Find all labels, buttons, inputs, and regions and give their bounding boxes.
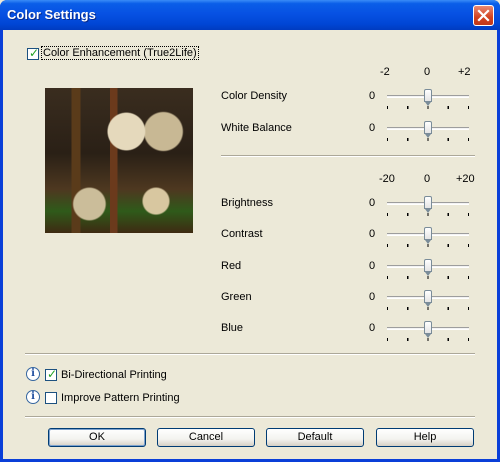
slider-separator bbox=[221, 155, 475, 157]
color-density-value: 0 bbox=[369, 90, 376, 102]
slider-thumb[interactable] bbox=[424, 196, 432, 213]
slider-thumb[interactable] bbox=[424, 121, 432, 138]
buttons-separator bbox=[25, 416, 475, 418]
window-title: Color Settings bbox=[7, 7, 96, 22]
slider-thumb[interactable] bbox=[424, 227, 432, 244]
slider-thumb[interactable] bbox=[424, 290, 432, 307]
brightness-label: Brightness bbox=[221, 197, 273, 209]
info-icon[interactable]: i bbox=[26, 367, 40, 381]
scale-bottom-mid: 0 bbox=[424, 173, 431, 185]
green-slider[interactable] bbox=[387, 289, 469, 310]
improve-pattern-checkbox[interactable] bbox=[45, 392, 57, 404]
red-slider[interactable] bbox=[387, 258, 469, 279]
slider-thumb[interactable] bbox=[424, 321, 432, 338]
slider-thumb[interactable] bbox=[424, 259, 432, 276]
brightness-slider[interactable] bbox=[387, 195, 469, 216]
color-enhancement-label[interactable]: Color Enhancement (True2Life) bbox=[41, 46, 199, 60]
color-settings-window: Color Settings ✓ Color Enhancement (True… bbox=[0, 0, 500, 462]
color-enhancement-checkbox[interactable]: ✓ bbox=[27, 46, 40, 60]
slider-ticks bbox=[387, 307, 469, 310]
green-value: 0 bbox=[369, 291, 376, 303]
scale-top-max: +2 bbox=[458, 66, 471, 78]
slider-ticks bbox=[387, 138, 469, 141]
color-density-slider[interactable] bbox=[387, 88, 469, 109]
scale-bottom-max: +20 bbox=[456, 173, 475, 185]
ok-button[interactable]: OK bbox=[48, 428, 146, 447]
slider-ticks bbox=[387, 276, 469, 279]
white-balance-value: 0 bbox=[369, 122, 376, 134]
info-icon[interactable]: i bbox=[26, 390, 40, 404]
help-button[interactable]: Help bbox=[376, 428, 474, 447]
default-button[interactable]: Default bbox=[266, 428, 364, 447]
scale-top-mid: 0 bbox=[424, 66, 431, 78]
slider-ticks bbox=[387, 106, 469, 109]
slider-ticks bbox=[387, 244, 469, 247]
red-label: Red bbox=[221, 260, 242, 272]
contrast-slider[interactable] bbox=[387, 226, 469, 247]
scale-top-min: -2 bbox=[380, 66, 390, 78]
title-bar[interactable]: Color Settings bbox=[0, 0, 500, 30]
contrast-label: Contrast bbox=[221, 228, 263, 240]
red-value: 0 bbox=[369, 260, 376, 272]
slider-thumb[interactable] bbox=[424, 89, 432, 106]
blue-value: 0 bbox=[369, 322, 376, 334]
dialog-body: ✓ Color Enhancement (True2Life) -2 0 +2 … bbox=[3, 30, 497, 459]
options-separator bbox=[25, 353, 475, 355]
slider-ticks bbox=[387, 213, 469, 216]
bidirectional-label[interactable]: Bi-Directional Printing bbox=[61, 369, 167, 381]
blue-slider[interactable] bbox=[387, 320, 469, 341]
check-mark-icon: ✓ bbox=[47, 367, 58, 381]
brightness-value: 0 bbox=[369, 197, 376, 209]
white-balance-slider[interactable] bbox=[387, 120, 469, 141]
cancel-button[interactable]: Cancel bbox=[157, 428, 255, 447]
contrast-value: 0 bbox=[369, 228, 376, 240]
scale-bottom-min: -20 bbox=[379, 173, 395, 185]
preview-image bbox=[45, 88, 193, 233]
close-button[interactable] bbox=[473, 5, 494, 26]
slider-ticks bbox=[387, 338, 469, 341]
bidirectional-checkbox[interactable]: ✓ bbox=[45, 367, 58, 381]
color-density-label: Color Density bbox=[221, 90, 288, 102]
blue-label: Blue bbox=[221, 322, 244, 334]
green-label: Green bbox=[221, 291, 252, 303]
check-mark-icon: ✓ bbox=[29, 46, 40, 60]
white-balance-label: White Balance bbox=[221, 122, 292, 134]
close-icon bbox=[477, 9, 490, 22]
improve-pattern-label[interactable]: Improve Pattern Printing bbox=[61, 392, 180, 404]
